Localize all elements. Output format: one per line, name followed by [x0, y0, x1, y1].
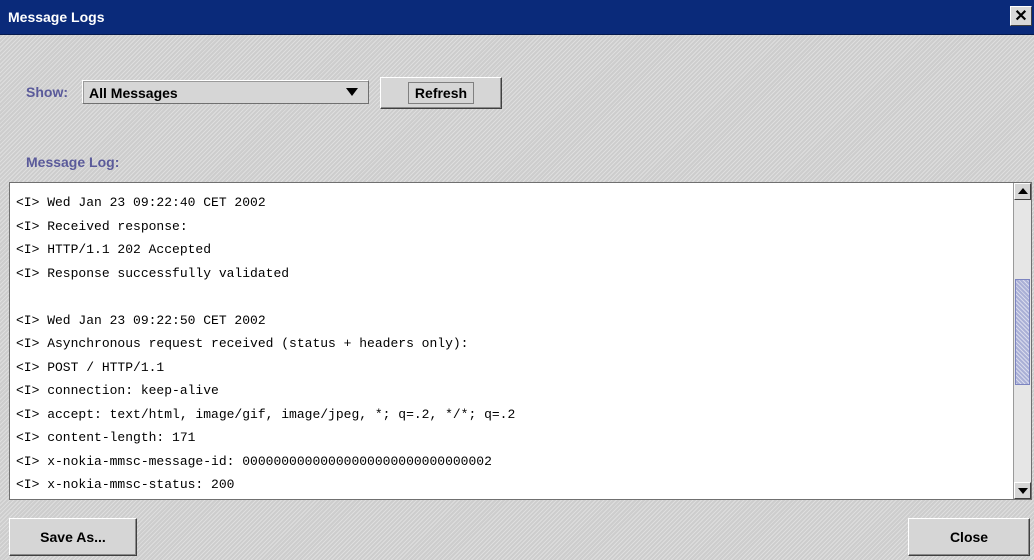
- vertical-scrollbar[interactable]: [1013, 183, 1031, 499]
- log-line: <I> Response successfully validated: [16, 265, 290, 281]
- log-line: <I> Received response:: [16, 218, 188, 234]
- log-line: <I> accept: text/html, image/gif, image/…: [16, 406, 516, 422]
- log-text: <I> Wed Jan 23 09:22:40 CET 2002 <I> Rece…: [16, 191, 1006, 497]
- log-line: <I> HTTP/1.1 202 Accepted: [16, 242, 212, 257]
- message-log-area[interactable]: <I> Wed Jan 23 09:22:40 CET 2002 <I> Rece…: [9, 182, 1032, 500]
- save-as-button[interactable]: Save As...: [9, 518, 137, 556]
- message-logs-window: Message Logs ✕ Show: All Messages Refres…: [0, 0, 1034, 560]
- scroll-down-icon[interactable]: [1014, 482, 1031, 499]
- scroll-thumb[interactable]: [1015, 279, 1030, 385]
- window-title: Message Logs: [8, 9, 105, 25]
- title-bar[interactable]: Message Logs ✕: [0, 0, 1034, 35]
- close-window-button[interactable]: ✕: [1010, 6, 1032, 26]
- refresh-button-label: Refresh: [407, 82, 475, 104]
- message-log-label: Message Log:: [26, 154, 120, 170]
- dropdown-selected-value: All Messages: [89, 85, 178, 101]
- message-filter-dropdown[interactable]: All Messages: [82, 80, 369, 104]
- chevron-down-icon[interactable]: [346, 88, 358, 96]
- log-line: <I> connection: keep-alive: [16, 383, 219, 398]
- log-line: <I> x-nokia-mmsc-status: 200: [16, 477, 235, 492]
- refresh-button[interactable]: Refresh: [380, 77, 502, 109]
- show-label: Show:: [26, 84, 68, 100]
- close-icon: ✕: [1014, 8, 1028, 25]
- scroll-up-icon[interactable]: [1014, 183, 1031, 200]
- log-line: <I> content-length: 171: [16, 430, 196, 445]
- log-line: <I> Wed Jan 23 09:22:40 CET 2002: [16, 195, 266, 210]
- log-line: <I> POST / HTTP/1.1: [16, 359, 165, 375]
- close-button[interactable]: Close: [908, 518, 1030, 556]
- log-line: <I> Asynchronous request received (statu…: [16, 336, 469, 351]
- log-line: <I> Wed Jan 23 09:22:50 CET 2002: [16, 312, 266, 328]
- log-line: <I> x-nokia-mmsc-message-id: 00000000000…: [16, 453, 492, 469]
